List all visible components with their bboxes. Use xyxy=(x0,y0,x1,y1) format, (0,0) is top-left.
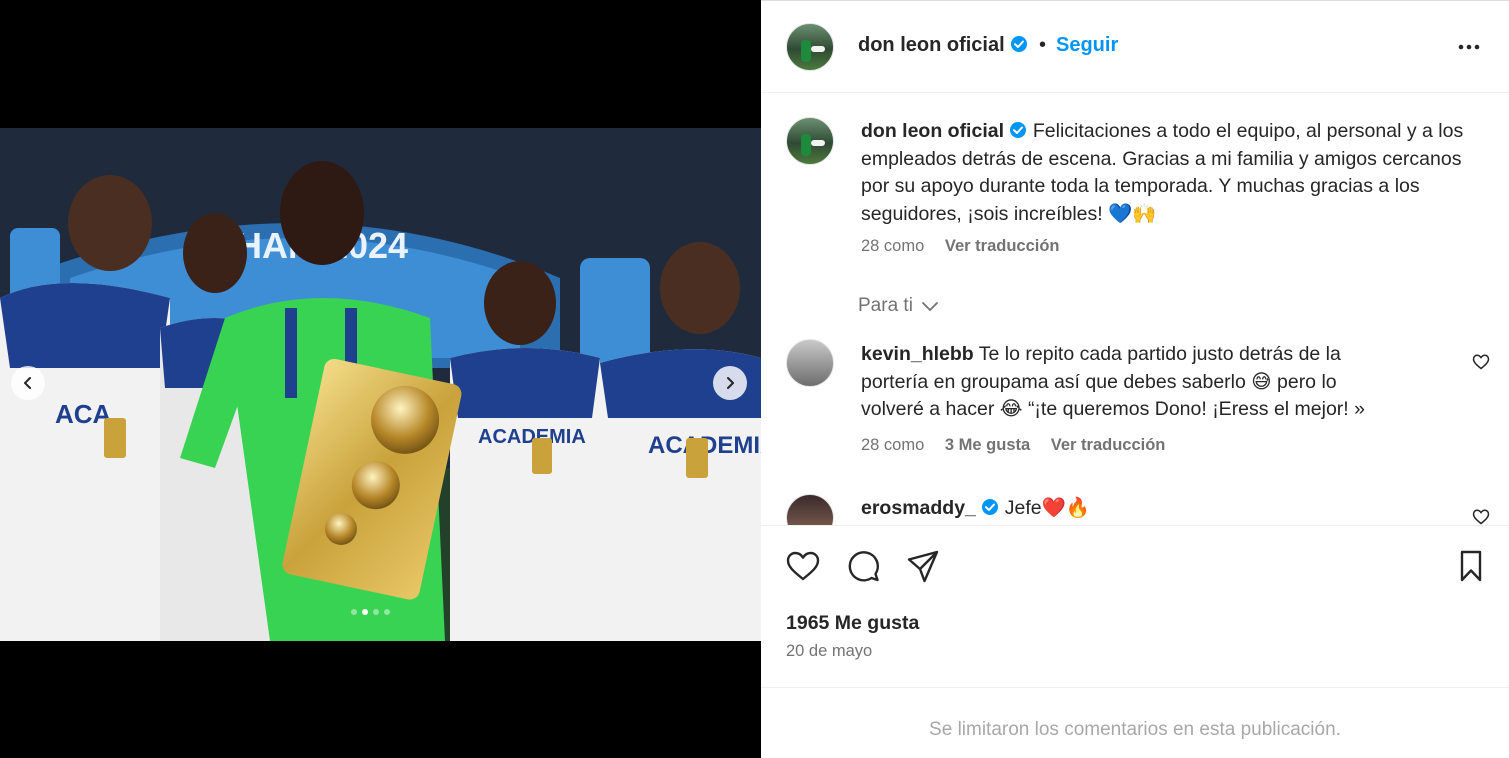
post-media: CHAM 2024 ACA ACADEMIA xyxy=(0,0,761,758)
caption-time[interactable]: 28 como xyxy=(861,237,924,255)
caption-username[interactable]: don leon oficial xyxy=(861,120,1004,142)
carousel-next-button[interactable] xyxy=(713,366,747,400)
comment-avatar[interactable] xyxy=(786,494,834,525)
comments-scroll-area[interactable]: don leon oficial Felicitaciones a todo e… xyxy=(761,94,1509,525)
chevron-down-icon xyxy=(922,302,939,311)
like-count[interactable]: 1965 Me gusta xyxy=(786,612,919,635)
carousel-dot xyxy=(351,609,357,615)
carousel-dot-active xyxy=(362,609,368,615)
author-username[interactable]: don leon oficial xyxy=(858,34,1028,57)
caption-translate-link[interactable]: Ver traducción xyxy=(945,237,1060,255)
team-celebration-image: CHAM 2024 ACA ACADEMIA xyxy=(0,128,761,641)
comment-item: erosmaddy_ Jefe❤️🔥 xyxy=(861,495,1090,523)
carousel-prev-button[interactable] xyxy=(11,366,45,400)
carousel-dot xyxy=(384,609,390,615)
comment-item: kevin_hlebb Te lo repito cada partido ju… xyxy=(861,341,1401,424)
chevron-right-icon xyxy=(727,377,734,389)
heart-icon[interactable] xyxy=(785,548,821,584)
verified-badge-icon xyxy=(982,499,999,515)
carousel-dots xyxy=(351,609,390,615)
post-actions: 1965 Me gusta 20 de mayo xyxy=(761,525,1509,688)
chevron-left-icon xyxy=(24,377,31,389)
para-ti-label: Para ti xyxy=(858,295,913,316)
para-ti-filter[interactable]: Para ti xyxy=(858,295,939,317)
post-sidebar: don leon oficial • Seguir don leon ofici… xyxy=(761,0,1509,758)
verified-badge-icon xyxy=(1011,36,1028,52)
comment-likes[interactable]: 3 Me gusta xyxy=(945,436,1030,454)
comment-avatar[interactable] xyxy=(786,339,834,387)
comment-translate-link[interactable]: Ver traducción xyxy=(1051,436,1166,454)
caption-meta: 28 como Ver traducción xyxy=(861,237,1060,256)
header-separator: • xyxy=(1039,34,1047,56)
svg-text:ACA: ACA xyxy=(55,399,112,429)
post-caption: don leon oficial Felicitaciones a todo e… xyxy=(861,118,1481,228)
comment-like-heart-icon[interactable] xyxy=(1472,353,1490,371)
comment-meta: 28 como 3 Me gusta Ver traducción xyxy=(861,436,1165,455)
post-date[interactable]: 20 de mayo xyxy=(786,642,872,661)
svg-text:ACADEMIA: ACADEMIA xyxy=(478,426,586,448)
follow-button[interactable]: Seguir xyxy=(1056,34,1118,57)
author-avatar[interactable] xyxy=(786,23,834,71)
comment-time[interactable]: 28 como xyxy=(861,436,924,454)
comment-icon[interactable] xyxy=(845,548,881,584)
share-icon[interactable] xyxy=(905,548,941,584)
caption-author-avatar[interactable] xyxy=(786,117,834,165)
post-photo[interactable]: CHAM 2024 ACA ACADEMIA xyxy=(0,128,761,641)
verified-badge-icon xyxy=(1010,122,1027,138)
comment-username[interactable]: kevin_hlebb xyxy=(861,343,974,365)
comments-limited-notice: Se limitaron los comentarios en esta pub… xyxy=(929,719,1341,740)
carousel-dot xyxy=(373,609,379,615)
bookmark-icon[interactable] xyxy=(1453,548,1489,584)
comment-text: Jefe❤️🔥 xyxy=(1004,497,1091,519)
post-header: don leon oficial • Seguir xyxy=(761,1,1509,93)
more-options-icon[interactable] xyxy=(1456,37,1482,57)
comment-username[interactable]: erosmaddy_ xyxy=(861,497,976,519)
comment-like-heart-icon[interactable] xyxy=(1472,508,1490,525)
author-username-text[interactable]: don leon oficial xyxy=(858,34,1005,56)
